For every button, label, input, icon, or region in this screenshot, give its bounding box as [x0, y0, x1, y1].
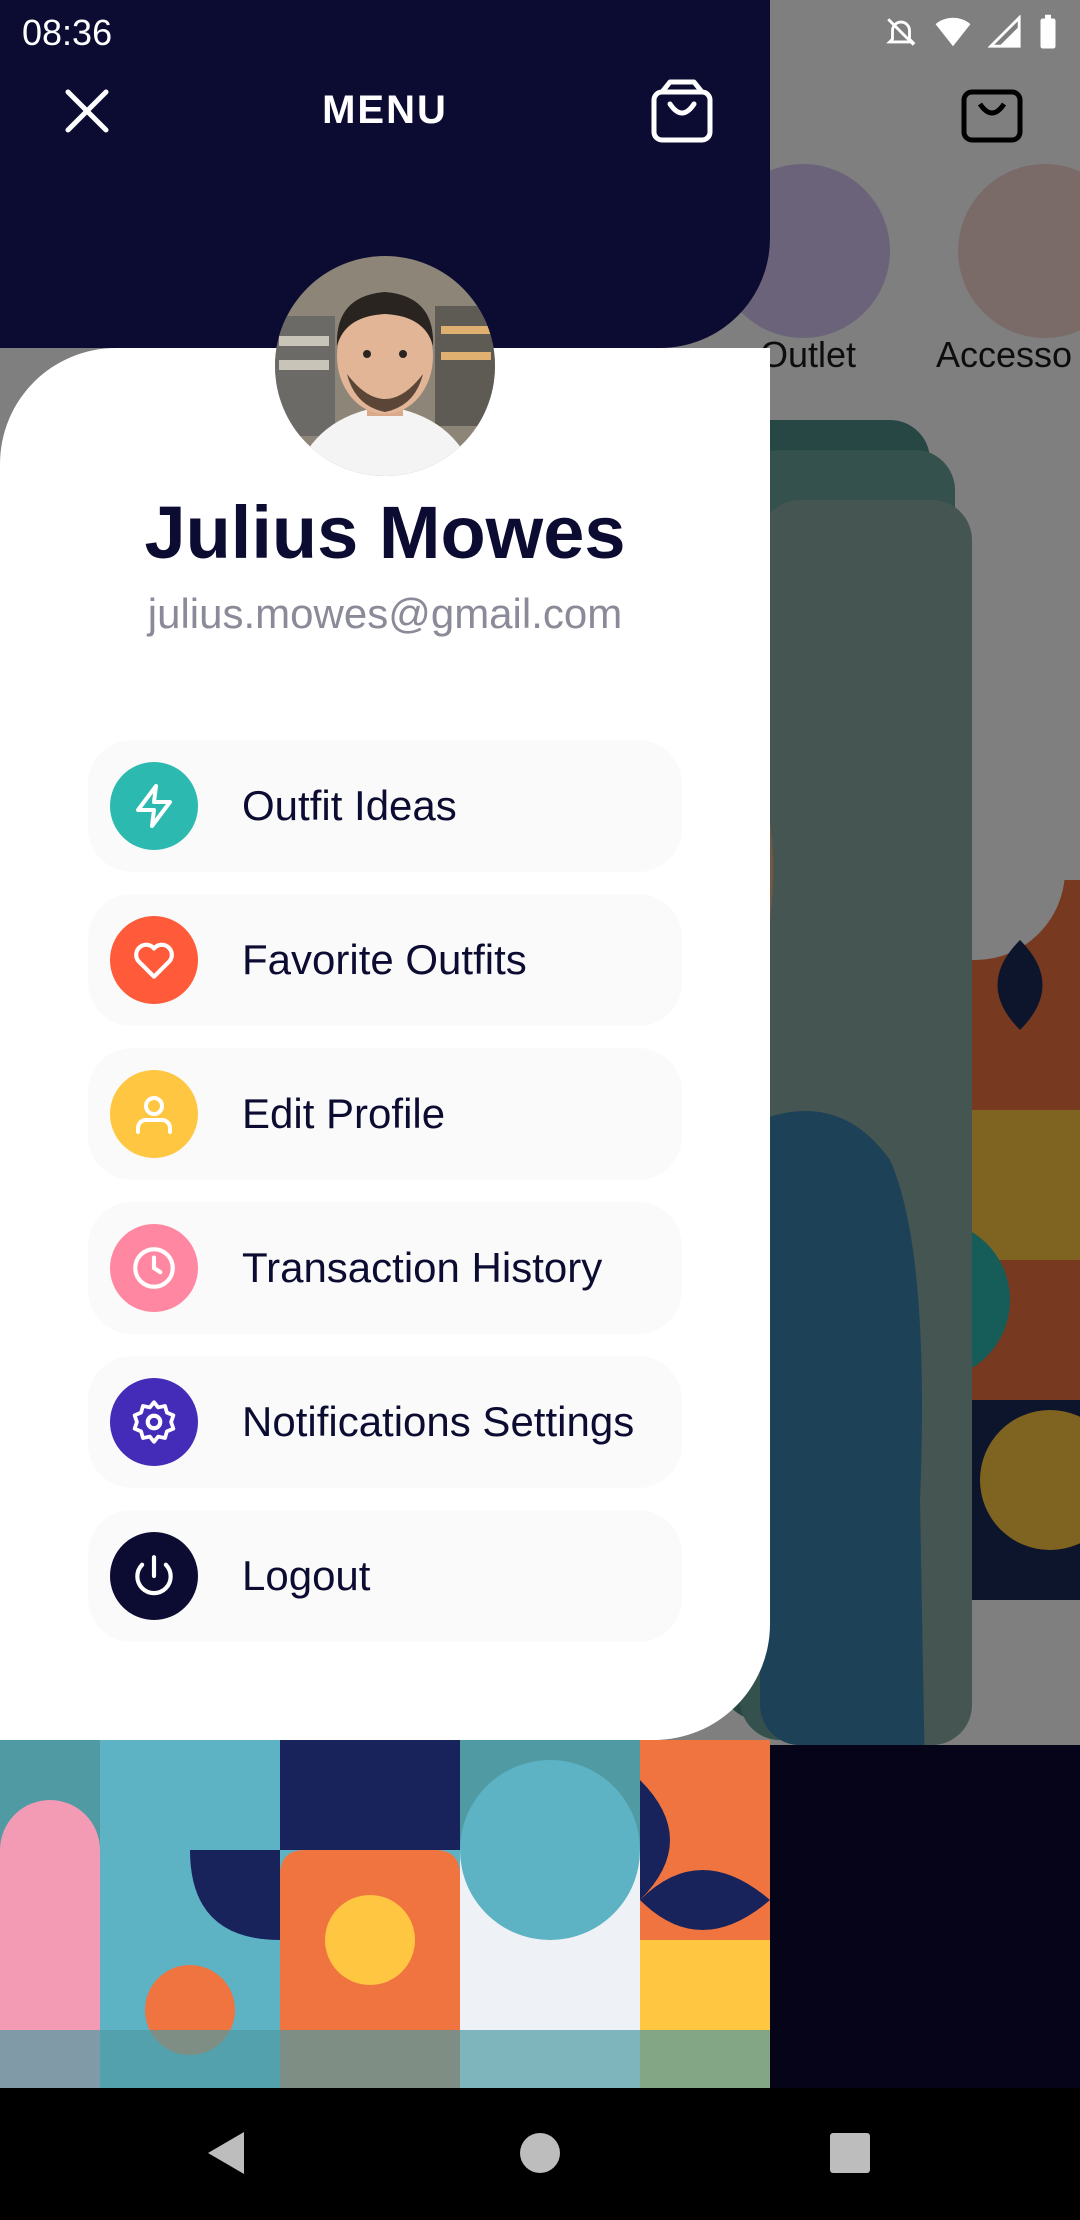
system-navigation-bar [0, 2088, 1080, 2220]
menu-item-transaction-history[interactable]: Transaction History [88, 1202, 682, 1334]
recents-icon[interactable] [828, 2128, 872, 2178]
menu-item-label: Logout [242, 1552, 371, 1599]
menu-item-logout[interactable]: Logout [88, 1510, 682, 1642]
navigation-drawer: MENU Julius Mowes julius.mowes@gmail.com [0, 0, 770, 2088]
menu-item-edit-profile[interactable]: Edit Profile [88, 1048, 682, 1180]
wifi-icon [935, 17, 971, 47]
heart-icon [110, 916, 198, 1004]
user-name: Julius Mowes [144, 491, 626, 574]
signal-icon [988, 15, 1021, 48]
back-icon[interactable] [202, 2128, 248, 2178]
status-bar: 08:36 [0, 0, 1080, 66]
clock-icon [110, 1224, 198, 1312]
power-icon [110, 1532, 198, 1620]
avatar[interactable] [275, 256, 495, 476]
battery-icon [1040, 14, 1056, 49]
status-icons [884, 14, 1058, 50]
menu-item-favorite-outfits[interactable]: Favorite Outfits [88, 894, 682, 1026]
settings-icon [110, 1378, 198, 1466]
shopping-bag-icon[interactable] [650, 78, 714, 144]
home-icon[interactable] [518, 2128, 562, 2178]
avatar-photo [275, 256, 495, 476]
menu-item-label: Transaction History [242, 1244, 603, 1291]
user-icon [110, 1070, 198, 1158]
menu-item-label: Edit Profile [242, 1090, 446, 1137]
menu-list: Outfit Ideas Favorite Outfits Edit Profi… [88, 740, 682, 1664]
bolt-icon [110, 762, 198, 850]
drawer-footer-pattern [0, 1740, 770, 2088]
notifications-off-icon [886, 18, 916, 46]
menu-item-label: Notifications Settings [242, 1398, 635, 1445]
menu-item-label: Favorite Outfits [242, 936, 527, 983]
menu-item-outfit-ideas[interactable]: Outfit Ideas [88, 740, 682, 872]
status-time: 08:36 [22, 12, 113, 53]
menu-item-label: Outfit Ideas [242, 782, 457, 829]
user-email: julius.mowes@gmail.com [147, 590, 623, 637]
menu-item-notifications-settings[interactable]: Notifications Settings [88, 1356, 682, 1488]
